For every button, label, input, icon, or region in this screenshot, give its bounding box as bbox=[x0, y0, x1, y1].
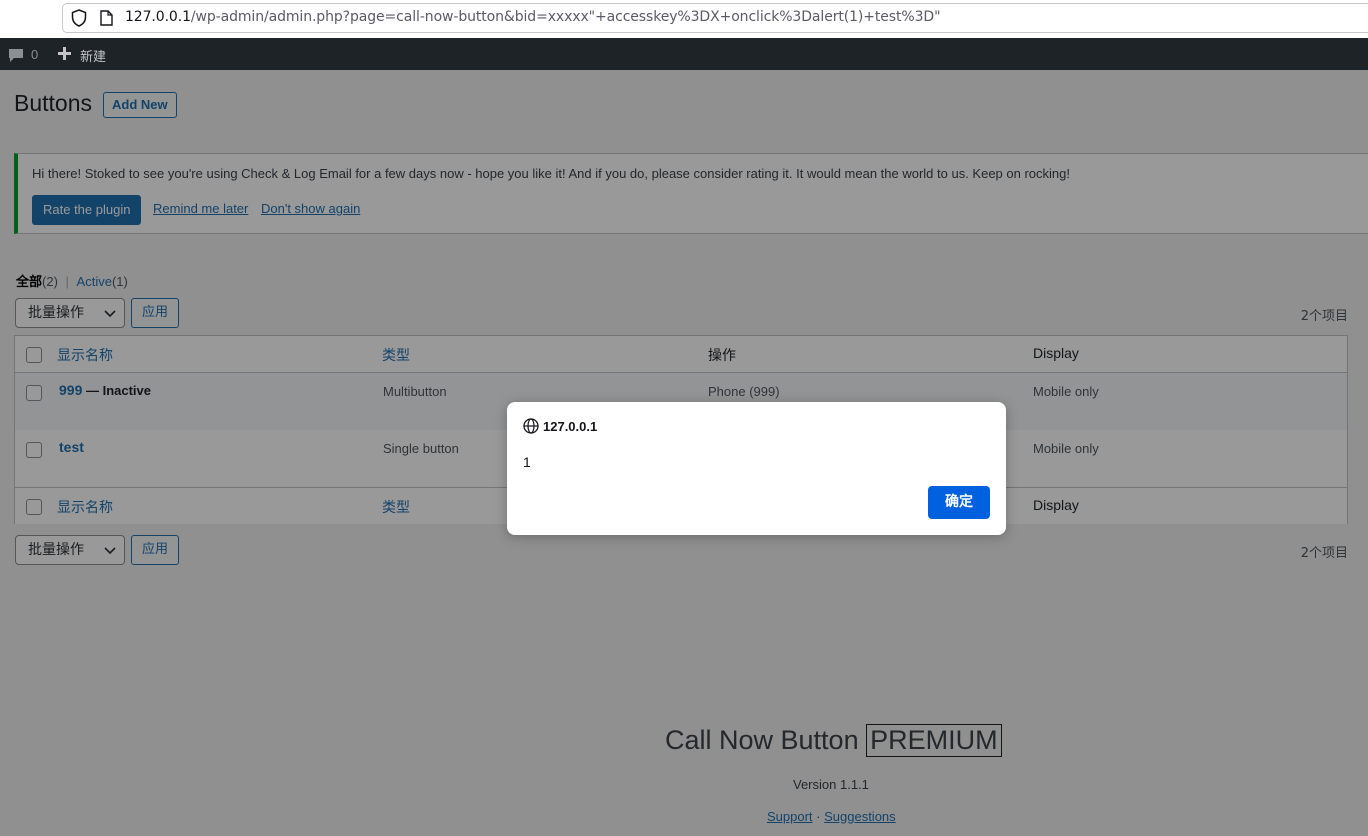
dialog-ok-button[interactable]: 确定 bbox=[928, 486, 990, 519]
url-path: /wp-admin/admin.php?page=call-now-button… bbox=[190, 9, 941, 25]
new-content-link[interactable]: 新建 bbox=[80, 46, 106, 65]
plus-icon[interactable] bbox=[57, 46, 72, 61]
comment-icon[interactable] bbox=[8, 47, 24, 63]
shield-icon[interactable] bbox=[71, 9, 87, 27]
alert-dialog: 127.0.0.1 1 确定 bbox=[507, 402, 1006, 535]
dialog-message: 1 bbox=[523, 454, 531, 470]
dialog-origin: 127.0.0.1 bbox=[543, 419, 598, 434]
browser-toolbar: 127.0.0.1/wp-admin/admin.php?page=call-n… bbox=[0, 0, 1368, 38]
url-text[interactable]: 127.0.0.1/wp-admin/admin.php?page=call-n… bbox=[125, 9, 941, 25]
page-icon[interactable] bbox=[100, 10, 113, 26]
admin-bar: 0 新建 bbox=[0, 38, 1368, 70]
url-host: 127.0.0.1 bbox=[125, 9, 191, 25]
globe-icon bbox=[523, 418, 539, 434]
comment-count[interactable]: 0 bbox=[31, 47, 38, 62]
